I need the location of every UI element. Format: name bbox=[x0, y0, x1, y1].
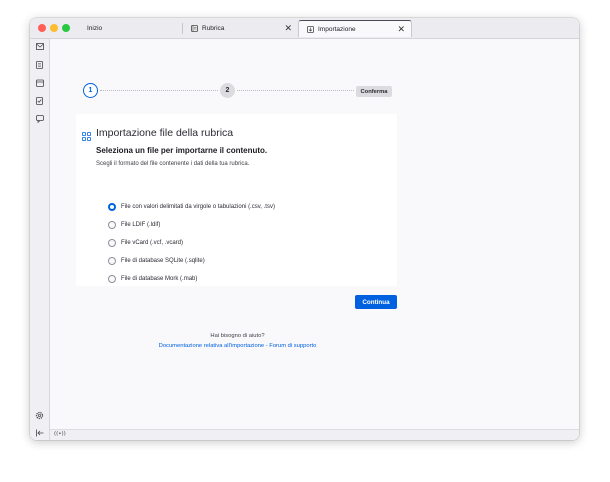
chat-icon[interactable] bbox=[35, 114, 44, 123]
close-window-button[interactable] bbox=[38, 24, 46, 32]
step-2-indicator: 2 bbox=[220, 83, 235, 98]
radio-mork[interactable] bbox=[108, 275, 116, 283]
connection-icon[interactable]: ((•)) bbox=[54, 431, 66, 437]
section-description: Scegli il formato del file contenente i … bbox=[96, 161, 250, 167]
radio-ldif[interactable] bbox=[108, 221, 116, 229]
collapse-icon[interactable] bbox=[35, 428, 44, 437]
import-card: Importazione file della rubrica Selezion… bbox=[76, 114, 397, 286]
thunderbird-icon bbox=[82, 25, 83, 32]
mail-icon[interactable] bbox=[35, 42, 44, 51]
close-tab-icon[interactable]: ✕ bbox=[284, 23, 292, 33]
settings-icon[interactable] bbox=[35, 411, 44, 420]
address-book-import-icon bbox=[82, 128, 91, 141]
calendar-icon[interactable] bbox=[35, 78, 44, 87]
close-tab-icon[interactable]: ✕ bbox=[397, 24, 405, 34]
import-icon bbox=[307, 25, 314, 33]
step-1-indicator: 1 bbox=[83, 83, 98, 98]
option-csv[interactable]: File con valori delimitati da virgole o … bbox=[108, 202, 275, 212]
import-page: 1 2 Conferma Importazione file della rub… bbox=[50, 39, 579, 430]
address-book-icon bbox=[191, 25, 198, 32]
step-confirm-indicator: Conferma bbox=[356, 86, 392, 97]
app-window: Inizio Rubrica ✕ Importazione ✕ 1 2 Conf… bbox=[30, 18, 579, 440]
minimize-window-button[interactable] bbox=[50, 24, 58, 32]
address-book-icon[interactable] bbox=[35, 60, 44, 69]
option-vcard[interactable]: File vCard (.vcf, .vcard) bbox=[108, 238, 183, 248]
status-bar: ((•)) bbox=[50, 429, 579, 440]
help-question: Hai bisogno di aiuto? bbox=[210, 333, 265, 339]
zoom-window-button[interactable] bbox=[62, 24, 70, 32]
option-mork[interactable]: File di database Mork (.mab) bbox=[108, 274, 197, 284]
option-sqlite[interactable]: File di database SQLite (.sqlite) bbox=[108, 256, 205, 266]
radio-sqlite[interactable] bbox=[108, 257, 116, 265]
page-title: Importazione file della rubrica bbox=[96, 127, 234, 139]
tasks-icon[interactable] bbox=[35, 96, 44, 105]
step-connector bbox=[237, 90, 354, 91]
radio-csv[interactable] bbox=[108, 203, 116, 211]
title-bar: Inizio Rubrica ✕ Importazione ✕ bbox=[30, 18, 579, 39]
spaces-toolbar bbox=[30, 39, 50, 440]
tab-inizio[interactable]: Inizio bbox=[74, 20, 182, 37]
option-ldif[interactable]: File LDIF (.ldif) bbox=[108, 220, 160, 230]
tab-importazione[interactable]: Importazione ✕ bbox=[298, 20, 412, 37]
section-heading: Seleziona un file per importarne il cont… bbox=[96, 146, 268, 155]
step-connector bbox=[100, 90, 218, 91]
continue-button[interactable]: Continua bbox=[355, 295, 397, 309]
help-links[interactable]: Documentazione relativa all'importazione… bbox=[50, 343, 425, 349]
tab-rubrica[interactable]: Rubrica ✕ bbox=[183, 20, 298, 37]
radio-vcard[interactable] bbox=[108, 239, 116, 247]
